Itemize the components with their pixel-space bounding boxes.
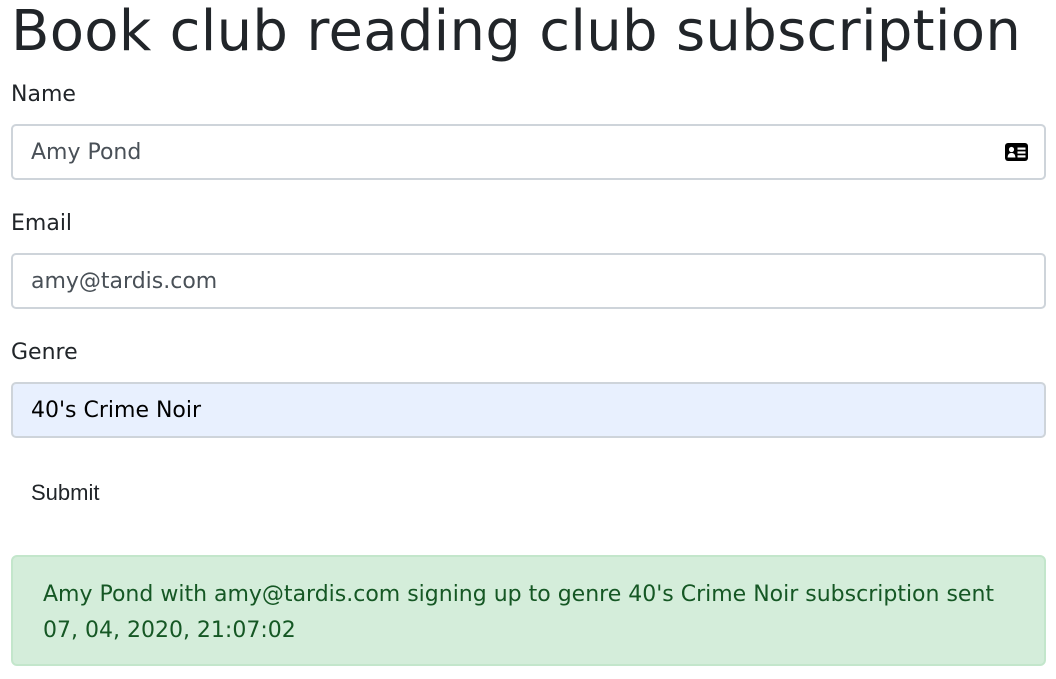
genre-label: Genre [11,340,78,365]
email-label: Email [11,211,73,236]
page-container: Book club reading club subscription Name… [0,0,1056,679]
success-alert-message: Amy Pond with amy@tardis.com signing up … [43,582,995,643]
genre-input[interactable]: 40's Crime Noir [11,382,1046,438]
page-title: Book club reading club subscription [11,0,1022,64]
email-input-value: amy@tardis.com [31,268,218,294]
name-input-value: Amy Pond [31,139,142,165]
contact-card-icon[interactable] [1004,141,1029,163]
success-alert: Amy Pond with amy@tardis.com signing up … [11,555,1046,666]
email-input[interactable]: amy@tardis.com [11,253,1046,309]
submit-button[interactable]: Submit [11,470,119,516]
name-label: Name [11,82,76,107]
genre-input-value: 40's Crime Noir [31,397,202,423]
name-input[interactable]: Amy Pond [11,124,1046,180]
